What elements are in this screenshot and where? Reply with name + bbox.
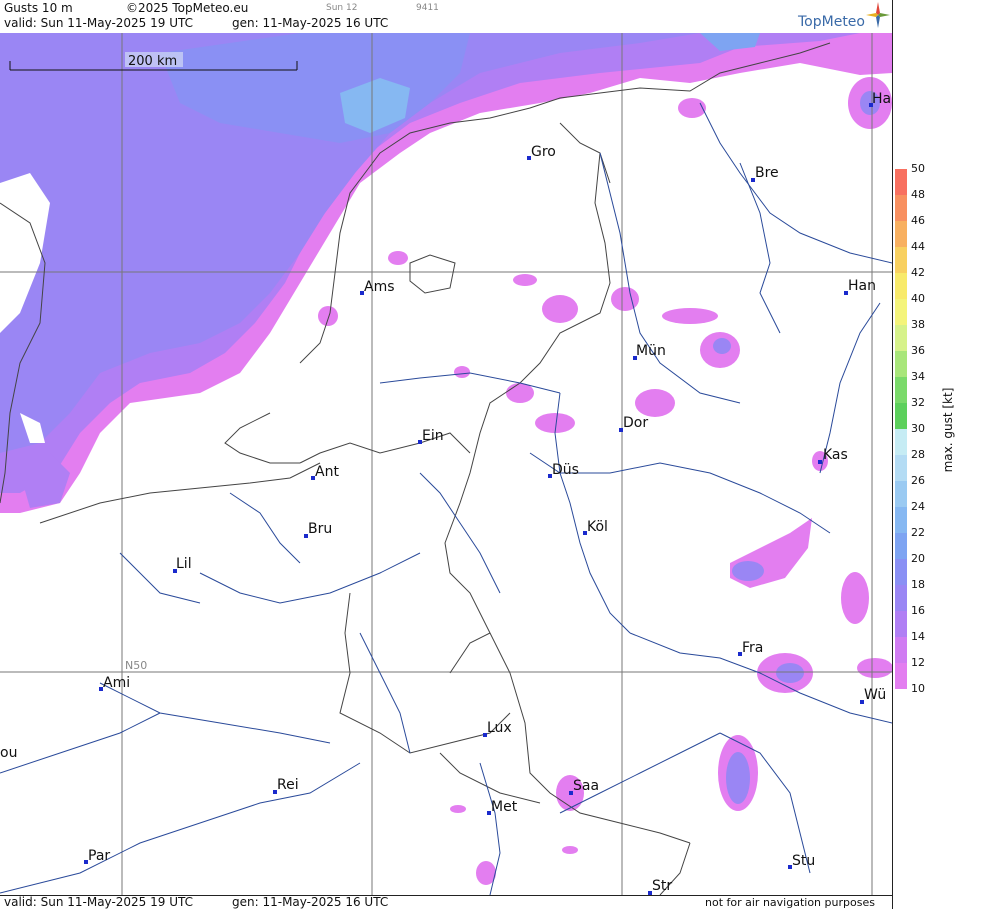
colorbar-segment (895, 585, 907, 611)
colorbar-tick-label: 24 (911, 500, 925, 513)
latitude-label: N50 (125, 659, 147, 672)
product-title: Gusts 10 m (4, 1, 73, 15)
colorbar-tick-label: 26 (911, 474, 925, 487)
city-label: ou (0, 745, 17, 761)
day-label: Sun 12 (326, 3, 358, 13)
legend-panel: 50 48 46 44 42 40 38 36 34 32 30 28 26 24 22 20 18 16 14 12… (892, 0, 983, 909)
city-dot (818, 460, 822, 464)
colorbar-tick-label: 28 (911, 448, 925, 461)
colorbar-segment (895, 169, 907, 195)
footer-generation-time: gen: 11-May-2025 16 UTC (232, 895, 389, 909)
colorbar-segment (895, 611, 907, 637)
colorbar-tick-label: 12 (911, 656, 925, 669)
colorbar-segment (895, 273, 907, 299)
city-label: Lil (176, 556, 192, 572)
city-label: Fra (742, 640, 763, 656)
copyright-text: ©2025 TopMeteo.eu (126, 1, 249, 15)
city-label: Ant (315, 464, 339, 480)
colorbar-title: max. gust [kt] (941, 387, 955, 473)
colorbar-segment (895, 663, 907, 689)
colorbar-tick-label: 44 (911, 240, 925, 253)
colorbar-tick-label: 10 (911, 682, 925, 695)
colorbar (895, 169, 907, 689)
colorbar-tick-label: 38 (911, 318, 925, 331)
header-bar: Gusts 10 m ©2025 TopMeteo.eu Sun 12 9411… (0, 0, 892, 34)
footer-bar: valid: Sun 11-May-2025 19 UTC gen: 11-Ma… (0, 895, 892, 910)
colorbar-tick-label: 48 (911, 188, 925, 201)
colorbar-segment (895, 377, 907, 403)
city-label: Stu (792, 853, 815, 869)
colorbar-tick-label: 36 (911, 344, 925, 357)
city-label: Gro (531, 144, 556, 160)
footer-valid-time: valid: Sun 11-May-2025 19 UTC (4, 895, 193, 909)
map-canvas: 200 km N50 Gro Bre Ha Ams Han Mün Dor Ei… (0, 33, 892, 895)
valid-time: valid: Sun 11-May-2025 19 UTC (4, 16, 193, 30)
compass-logo-icon (866, 2, 890, 28)
city-label: Ami (103, 675, 130, 691)
colorbar-tick-label: 32 (911, 396, 925, 409)
scale-label: 200 km (128, 54, 177, 69)
colorbar-tick-label: 34 (911, 370, 925, 383)
generation-time: gen: 11-May-2025 16 UTC (232, 16, 389, 30)
colorbar-tick-label: 46 (911, 214, 925, 227)
colorbar-segment (895, 429, 907, 455)
disclaimer-text: not for air navigation purposes (705, 896, 875, 909)
colorbar-tick-label: 22 (911, 526, 925, 539)
colorbar-tick-label: 50 (911, 162, 925, 175)
colorbar-tick-label: 20 (911, 552, 925, 565)
colorbar-tick-label: 14 (911, 630, 925, 643)
city-label: Ein (422, 428, 444, 444)
city-label: Kas (823, 447, 848, 463)
gust-map[interactable]: 200 km N50 Gro Bre Ha Ams Han Mün Dor Ei… (0, 33, 892, 895)
colorbar-segment (895, 247, 907, 273)
gust-field-land (318, 77, 892, 885)
city-label: Ha (872, 91, 891, 107)
colorbar-segment (895, 299, 907, 325)
city-label: Rei (277, 777, 299, 793)
city-label: Mün (636, 343, 666, 359)
city-label: Str (652, 878, 672, 894)
colorbar-segment (895, 507, 907, 533)
code-label: 9411 (416, 3, 439, 13)
city-label: Köl (587, 519, 608, 535)
brand-logo-text: TopMeteo (798, 14, 865, 30)
colorbar-tick-label: 16 (911, 604, 925, 617)
colorbar-segment (895, 325, 907, 351)
colorbar-segment (895, 195, 907, 221)
gust-field-sea (0, 33, 892, 513)
colorbar-segment (895, 351, 907, 377)
city-label: Met (491, 799, 518, 815)
colorbar-segment (895, 481, 907, 507)
colorbar-segment (895, 559, 907, 585)
colorbar-tick-label: 18 (911, 578, 925, 591)
colorbar-segment (895, 533, 907, 559)
city-label: Lux (487, 720, 512, 736)
colorbar-segment (895, 455, 907, 481)
colorbar-segment (895, 221, 907, 247)
colorbar-tick-label: 42 (911, 266, 925, 279)
colorbar-segment (895, 403, 907, 429)
city-label: Bre (755, 165, 779, 181)
city-label: Ams (364, 279, 395, 295)
city-label: Düs (552, 462, 579, 478)
city-label: Bru (308, 521, 332, 537)
city-label: Han (848, 278, 876, 294)
city-label: Par (88, 848, 110, 864)
city-label: Wü (864, 687, 886, 703)
colorbar-segment (895, 637, 907, 663)
city-label: Saa (573, 778, 599, 794)
city-label: Dor (623, 415, 648, 431)
colorbar-tick-label: 30 (911, 422, 925, 435)
colorbar-tick-label: 40 (911, 292, 925, 305)
gust-field-land-strong (713, 91, 880, 804)
